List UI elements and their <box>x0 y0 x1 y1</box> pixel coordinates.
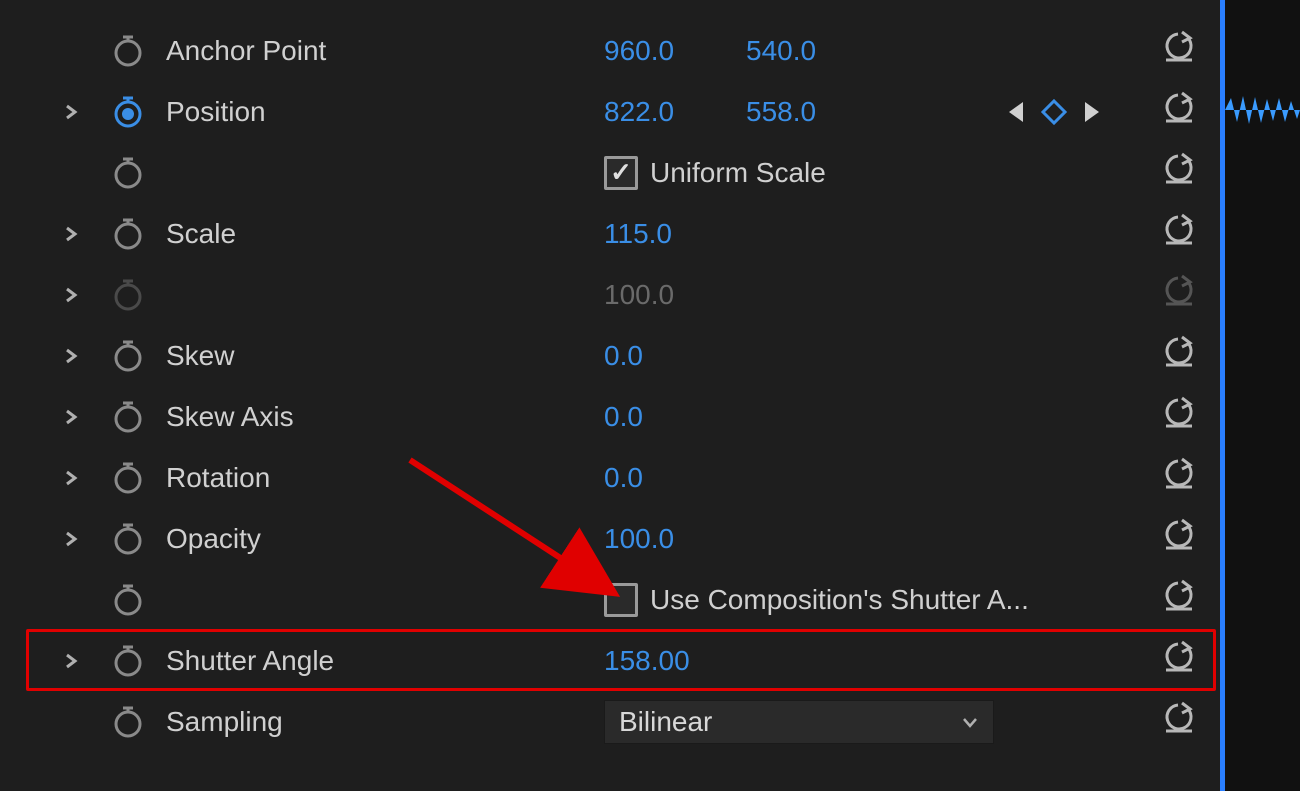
reset-icon <box>1160 272 1198 317</box>
property-label: Rotation <box>166 462 270 494</box>
reset-icon[interactable] <box>1160 150 1198 195</box>
anchor-x-value[interactable]: 960.0 <box>604 35 674 67</box>
stopwatch-icon[interactable] <box>110 338 146 374</box>
reset-icon[interactable] <box>1160 455 1198 500</box>
property-label: Scale <box>166 218 236 250</box>
expand-chevron-icon[interactable] <box>62 225 80 243</box>
next-keyframe-icon[interactable] <box>1081 99 1103 125</box>
property-label: Skew Axis <box>166 401 294 433</box>
anchor-y-value[interactable]: 540.0 <box>746 35 816 67</box>
reset-icon[interactable] <box>1160 89 1198 134</box>
skew-value[interactable]: 0.0 <box>604 340 643 372</box>
scale-value[interactable]: 115.0 <box>604 218 672 250</box>
opacity-value[interactable]: 100.0 <box>604 523 674 555</box>
reset-icon[interactable] <box>1160 211 1198 256</box>
reset-icon[interactable] <box>1160 28 1198 73</box>
expand-chevron-icon[interactable] <box>62 652 80 670</box>
row-anchor-point: Anchor Point 960.0 540.0 <box>0 20 1220 81</box>
property-label: Skew <box>166 340 234 372</box>
expand-chevron-icon[interactable] <box>62 530 80 548</box>
expand-chevron-icon[interactable] <box>62 103 80 121</box>
row-scale-secondary: 100.0 <box>0 264 1220 325</box>
prev-keyframe-icon[interactable] <box>1005 99 1027 125</box>
chevron-down-icon <box>961 706 979 738</box>
row-opacity: Opacity 100.0 <box>0 508 1220 569</box>
reset-icon[interactable] <box>1160 516 1198 561</box>
skew-axis-value[interactable]: 0.0 <box>604 401 643 433</box>
stopwatch-icon <box>110 277 146 313</box>
stopwatch-icon[interactable] <box>110 460 146 496</box>
row-use-comp-shutter: Use Composition's Shutter A... <box>0 569 1220 630</box>
property-label: Shutter Angle <box>166 645 334 677</box>
stopwatch-icon[interactable] <box>110 643 146 679</box>
position-y-value[interactable]: 558.0 <box>746 96 816 128</box>
reset-icon[interactable] <box>1160 699 1198 744</box>
row-skew-axis: Skew Axis 0.0 <box>0 386 1220 447</box>
row-position: Position 822.0 558.0 <box>0 81 1220 142</box>
property-label: Position <box>166 96 266 128</box>
row-uniform-scale: Uniform Scale <box>0 142 1220 203</box>
row-scale: Scale 115.0 <box>0 203 1220 264</box>
keyframe-diamond-icon[interactable] <box>1041 99 1067 125</box>
row-skew: Skew 0.0 <box>0 325 1220 386</box>
stopwatch-icon[interactable] <box>110 399 146 435</box>
effect-controls-panel: Anchor Point 960.0 540.0 Position 822.0 … <box>0 0 1220 791</box>
stopwatch-icon[interactable] <box>110 582 146 618</box>
row-sampling: Sampling Bilinear <box>0 691 1220 752</box>
reset-icon[interactable] <box>1160 394 1198 439</box>
stopwatch-icon[interactable] <box>110 94 146 130</box>
reset-icon[interactable] <box>1160 333 1198 378</box>
property-label: Anchor Point <box>166 35 326 67</box>
expand-chevron-icon[interactable] <box>62 347 80 365</box>
position-x-value[interactable]: 822.0 <box>604 96 674 128</box>
row-shutter-angle: Shutter Angle 158.00 <box>0 630 1220 691</box>
stopwatch-icon[interactable] <box>110 33 146 69</box>
checkbox-label: Use Composition's Shutter A... <box>650 584 1029 616</box>
select-value: Bilinear <box>619 706 712 738</box>
stopwatch-icon[interactable] <box>110 704 146 740</box>
timeline-strip <box>1220 0 1300 791</box>
checkbox-label: Uniform Scale <box>650 157 826 189</box>
rotation-value[interactable]: 0.0 <box>604 462 643 494</box>
reset-icon[interactable] <box>1160 577 1198 622</box>
row-rotation: Rotation 0.0 <box>0 447 1220 508</box>
reset-icon[interactable] <box>1160 638 1198 683</box>
uniform-scale-checkbox[interactable] <box>604 156 638 190</box>
stopwatch-icon[interactable] <box>110 155 146 191</box>
keyframe-navigator <box>1005 99 1103 125</box>
use-comp-shutter-checkbox[interactable] <box>604 583 638 617</box>
property-label: Opacity <box>166 523 261 555</box>
property-label: Sampling <box>166 706 283 738</box>
sampling-select[interactable]: Bilinear <box>604 700 994 744</box>
scale-secondary-value: 100.0 <box>604 279 674 311</box>
expand-chevron-icon[interactable] <box>62 408 80 426</box>
shutter-angle-value[interactable]: 158.00 <box>604 645 690 677</box>
expand-chevron-icon[interactable] <box>62 469 80 487</box>
stopwatch-icon[interactable] <box>110 521 146 557</box>
stopwatch-icon[interactable] <box>110 216 146 252</box>
expand-chevron-icon[interactable] <box>62 286 80 304</box>
